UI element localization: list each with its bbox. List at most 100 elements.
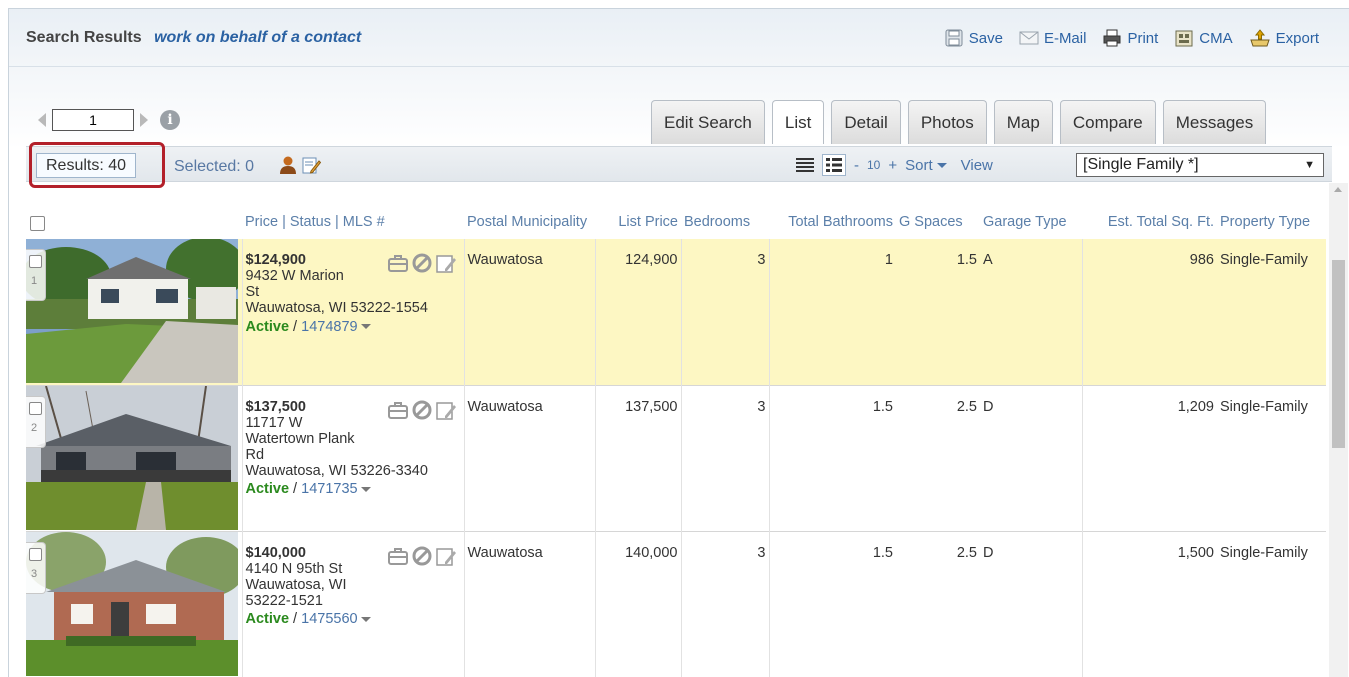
- col-bedrooms[interactable]: Bedrooms: [681, 183, 769, 239]
- listing-address-line: 53222-1521: [245, 592, 323, 609]
- page-subtitle-link[interactable]: work on behalf of a contact: [154, 29, 361, 46]
- listing-photo-cell: 2: [26, 385, 242, 531]
- export-icon: [1249, 29, 1270, 47]
- results-highlight-annotation: [29, 142, 165, 188]
- results-toolbar: Results: 40 Selected: 0 - 10 + Sort View…: [26, 146, 1332, 182]
- status-text: Active: [245, 611, 290, 628]
- listing-photo[interactable]: [26, 531, 238, 676]
- view-select[interactable]: [Single Family *] ▼: [1076, 153, 1324, 177]
- row-select-tag: 3: [26, 541, 46, 594]
- app-window: Search Results work on behalf of a conta…: [8, 8, 1349, 677]
- garage-type-cell: A: [983, 252, 993, 268]
- info-icon[interactable]: i: [160, 110, 180, 130]
- page-title-bar: Search Results work on behalf of a conta…: [26, 29, 361, 47]
- header-actions: Save E-Mail Print CMA Export: [944, 28, 1319, 48]
- tab-messages[interactable]: Messages: [1162, 100, 1267, 144]
- email-button[interactable]: E-Mail: [1019, 28, 1086, 48]
- col-total-bathrooms[interactable]: Total Bathrooms: [769, 183, 896, 239]
- view-controls: - 10 + Sort View: [796, 154, 993, 176]
- save-button[interactable]: Save: [944, 28, 1003, 48]
- next-page-icon[interactable]: [140, 113, 148, 127]
- listing-address-line: Wauwatosa, WI: [245, 576, 347, 593]
- bedrooms-cell: 3: [680, 239, 769, 385]
- col-est-total-sqft[interactable]: Est. Total Sq. Ft.: [1082, 183, 1217, 239]
- g-spaces-cell: 1.5: [956, 252, 977, 268]
- row-checkbox[interactable]: [29, 547, 42, 561]
- bathrooms-cell: 1: [768, 239, 896, 385]
- cma-button[interactable]: CMA: [1174, 28, 1233, 48]
- col-postal-municipality[interactable]: Postal Municipality: [464, 183, 595, 239]
- bathrooms-cell: 1.5: [768, 385, 896, 531]
- scroll-up-icon[interactable]: [1334, 187, 1342, 192]
- hide-icon[interactable]: [411, 252, 433, 274]
- listing-photo-cell: 3: [26, 531, 242, 677]
- municipality-cell: Wauwatosa: [463, 239, 595, 385]
- tab-map[interactable]: Map: [993, 100, 1053, 144]
- briefcase-icon[interactable]: [387, 545, 409, 567]
- row-checkbox[interactable]: [29, 401, 42, 415]
- table-row[interactable]: 2 $137,500 11717 W Watertown Plank Rd Wa…: [26, 385, 1326, 531]
- bedrooms-cell: 3: [680, 531, 769, 677]
- tab-photos[interactable]: Photos: [907, 100, 987, 144]
- prev-page-icon[interactable]: [38, 113, 46, 127]
- per-page-decrease[interactable]: -: [854, 157, 859, 174]
- col-g-spaces[interactable]: G Spaces: [896, 183, 980, 239]
- hide-icon[interactable]: [411, 399, 433, 421]
- view-select-value: [Single Family *]: [1083, 156, 1199, 173]
- table-row[interactable]: 1 $124,900 9432 W Marion St Wauwatosa, W…: [26, 239, 1326, 385]
- select-all-checkbox[interactable]: [30, 216, 45, 231]
- col-list-price[interactable]: List Price: [595, 183, 681, 239]
- view-label: View: [960, 156, 993, 174]
- view-tabs: Edit Search List Detail Photos Map Compa…: [651, 100, 1267, 144]
- scrollbar-thumb[interactable]: [1332, 260, 1345, 448]
- note-icon[interactable]: [435, 252, 457, 274]
- contact-icon[interactable]: [278, 155, 298, 175]
- tab-edit-search[interactable]: Edit Search: [651, 100, 765, 144]
- cma-icon: [1175, 30, 1193, 47]
- pager: i: [38, 109, 180, 131]
- table-row[interactable]: 3 $140,000 4140 N 95th St Wauwatosa, WI …: [26, 531, 1326, 677]
- property-type-cell: Single-Family: [1220, 252, 1308, 268]
- briefcase-icon[interactable]: [387, 252, 409, 274]
- header-divider: [9, 66, 1349, 67]
- print-button[interactable]: Print: [1102, 28, 1158, 48]
- detail-list-view-icon[interactable]: [822, 154, 846, 176]
- cma-label: CMA: [1199, 29, 1233, 47]
- note-icon[interactable]: [435, 399, 457, 421]
- g-spaces-cell: 2.5: [956, 398, 977, 415]
- col-garage-type[interactable]: Garage Type: [980, 183, 1082, 239]
- page-number-input[interactable]: [52, 109, 134, 131]
- list-view-icon[interactable]: [796, 158, 814, 172]
- sort-dropdown[interactable]: Sort: [905, 157, 947, 174]
- listing-summary-cell: $137,500 11717 W Watertown Plank Rd Wauw…: [241, 385, 464, 531]
- mls-number-link[interactable]: 1475560: [301, 611, 357, 627]
- tab-detail[interactable]: Detail: [831, 100, 901, 144]
- chevron-down-icon[interactable]: [360, 324, 371, 330]
- row-number: 1: [31, 275, 38, 287]
- listing-address-line: Wauwatosa, WI 53226-3340: [245, 463, 428, 480]
- table-scrollbar[interactable]: [1329, 183, 1348, 677]
- listing-address-line: Watertown Plank: [245, 430, 355, 447]
- tab-compare[interactable]: Compare: [1059, 100, 1156, 144]
- hide-icon[interactable]: [411, 545, 433, 567]
- listing-photo[interactable]: [26, 239, 238, 383]
- briefcase-icon[interactable]: [387, 399, 409, 421]
- col-price-status[interactable]: Price | Status | MLS #: [242, 183, 464, 239]
- listing-photo[interactable]: [26, 385, 238, 530]
- chevron-down-icon[interactable]: [360, 487, 371, 493]
- row-select-tag: 2: [26, 395, 46, 448]
- list-price-cell: 140,000: [594, 531, 681, 677]
- edit-note-icon[interactable]: [301, 155, 321, 175]
- mls-number-link[interactable]: 1471735: [301, 481, 357, 497]
- chevron-down-icon[interactable]: [360, 616, 371, 622]
- col-property-type[interactable]: Property Type: [1217, 183, 1326, 239]
- per-page-increase[interactable]: +: [888, 157, 897, 174]
- export-button[interactable]: Export: [1249, 28, 1319, 48]
- note-icon[interactable]: [435, 545, 457, 567]
- per-page-count: 10: [867, 158, 881, 172]
- selected-count-link[interactable]: Selected: 0: [174, 158, 254, 176]
- mls-number-link[interactable]: 1474879: [301, 319, 357, 335]
- tab-list[interactable]: List: [771, 100, 825, 144]
- row-select-tag: 1: [26, 249, 46, 301]
- row-checkbox[interactable]: [29, 255, 42, 268]
